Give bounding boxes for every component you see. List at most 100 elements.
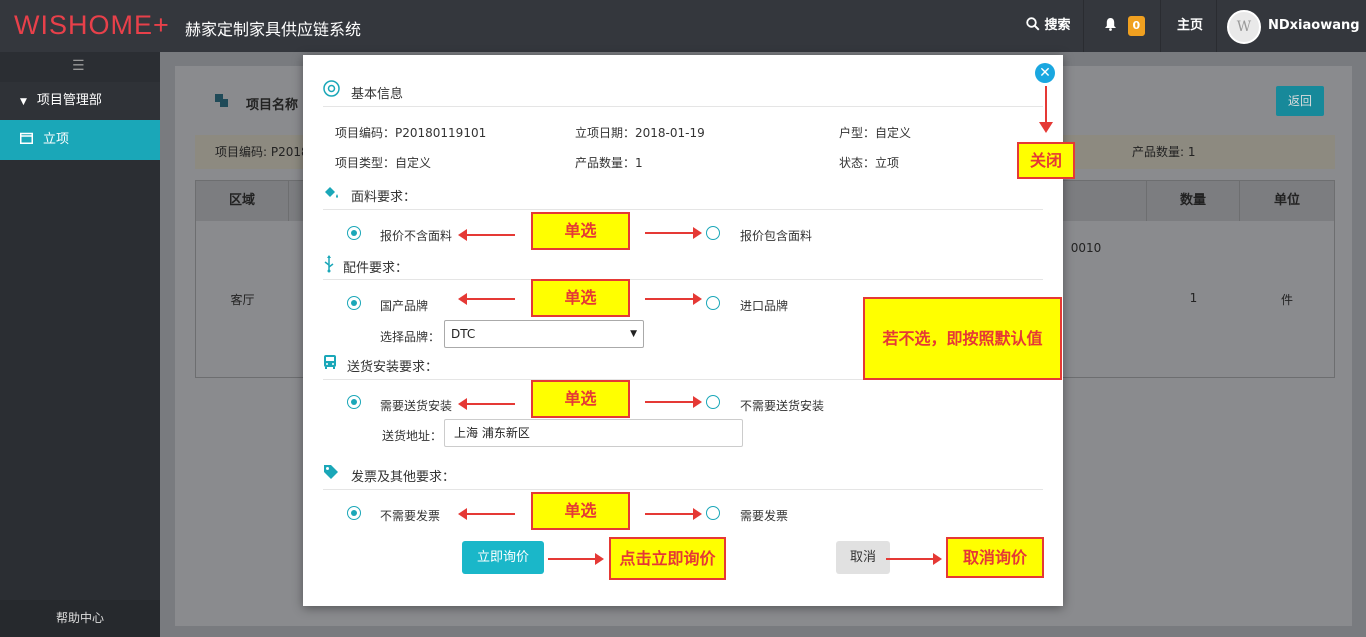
address-input[interactable]: 上海 浦东新区 <box>444 419 743 447</box>
annotation-arrow-right <box>548 553 604 565</box>
annotation-single-choice: 单选 <box>531 212 630 250</box>
project-icon <box>215 94 228 107</box>
sidebar-group-label: 项目管理部 <box>36 93 102 108</box>
radio-fabric-included[interactable] <box>706 226 720 240</box>
radio-label-parts-imported: 进口品牌 <box>740 299 789 313</box>
aperture-icon <box>323 80 340 97</box>
address-label: 送货地址： <box>382 429 443 443</box>
annotation-single-choice: 单选 <box>531 380 630 418</box>
annotation-arrow-right <box>645 508 702 520</box>
bell-icon <box>1105 18 1116 31</box>
notification-badge: 0 <box>1127 15 1146 36</box>
product-count-text: 产品数量: 1 <box>1132 145 1196 159</box>
radio-parts-domestic[interactable] <box>347 296 361 310</box>
top-bar: WISHOME+ 赫家定制家具供应链系统 搜索 0 主页 W NDxiaowan… <box>0 0 1366 52</box>
caret-down-icon: ▼ <box>20 97 27 107</box>
radio-label-delivery-not-needed: 不需要送货安装 <box>740 399 825 413</box>
section-title-parts: 配件要求： <box>343 261 409 276</box>
radio-delivery-not-needed[interactable] <box>706 395 720 409</box>
radio-label-parts-domestic: 国产品牌 <box>380 299 429 313</box>
username[interactable]: NDxiaowang <box>1268 0 1360 52</box>
paint-bucket-icon <box>325 187 338 198</box>
help-center-link[interactable]: 帮助中心 <box>0 600 160 637</box>
radio-label-fabric-included: 报价包含面料 <box>740 229 813 243</box>
annotation-arrow-right <box>645 227 702 239</box>
usb-icon <box>324 255 334 273</box>
radio-invoice-needed[interactable] <box>706 506 720 520</box>
radio-fabric-excluded[interactable] <box>347 226 361 240</box>
annotation-click-inquire: 点击立即询价 <box>609 537 726 580</box>
annotation-single-choice: 单选 <box>531 492 630 530</box>
home-link[interactable]: 主页 <box>1177 0 1203 52</box>
caret-down-icon: ▼ <box>630 329 637 339</box>
annotation-single-choice: 单选 <box>531 279 630 317</box>
divider <box>323 209 1043 210</box>
annotation-cancel-inquire: 取消询价 <box>946 537 1044 578</box>
inquire-now-button[interactable]: 立即询价 <box>462 541 544 574</box>
radio-parts-imported[interactable] <box>706 296 720 310</box>
info-project-type: 项目类型：自定义 <box>335 156 432 170</box>
search-button[interactable]: 搜索 <box>1026 0 1071 52</box>
divider <box>1216 0 1217 52</box>
bus-icon <box>324 355 336 369</box>
column-header-area: 区域 <box>196 181 289 221</box>
section-title-invoice: 发票及其他要求： <box>351 470 456 485</box>
back-button[interactable]: 返回 <box>1276 86 1324 116</box>
radio-delivery-needed[interactable] <box>347 395 361 409</box>
column-header-unit: 单位 <box>1240 181 1334 221</box>
brand-select-value: DTC <box>451 327 476 341</box>
annotation-arrow-left <box>458 398 515 410</box>
cancel-button[interactable]: 取消 <box>836 541 890 574</box>
divider <box>1083 0 1084 52</box>
avatar[interactable]: W <box>1227 10 1261 44</box>
sidebar-item-lixiang[interactable]: 立项 <box>0 120 160 160</box>
brand-select[interactable]: DTC ▼ <box>444 320 644 348</box>
annotation-close: 关闭 <box>1017 142 1075 179</box>
radio-label-delivery-needed: 需要送货安装 <box>380 399 453 413</box>
annotation-arrow-right <box>886 553 942 565</box>
brand-label: 选择品牌： <box>380 330 441 344</box>
annotation-default-note: 若不选，即按照默认值 <box>863 297 1062 380</box>
sidebar-group-project-management[interactable]: ▼ 项目管理部 <box>0 82 160 120</box>
divider <box>1160 0 1161 52</box>
cell-area: 客厅 <box>230 293 255 307</box>
divider <box>323 489 1043 490</box>
cell-code-fragment: 0010 <box>1070 241 1102 255</box>
annotation-arrow-left <box>458 293 515 305</box>
info-project-code: 项目编码：P20180119101 <box>335 126 487 140</box>
sidebar-item-label: 立项 <box>43 132 70 147</box>
divider <box>323 106 1043 107</box>
radio-label-fabric-excluded: 报价不含面料 <box>380 229 453 243</box>
sidebar: ☰ ▼ 项目管理部 立项 帮助中心 <box>0 52 160 637</box>
annotation-arrowhead <box>1039 122 1053 133</box>
section-title-delivery: 送货安装要求： <box>347 360 439 375</box>
annotation-arrow-right <box>645 396 702 408</box>
column-header-qty: 数量 <box>1147 181 1240 221</box>
cell-unit: 件 <box>1280 293 1293 307</box>
cell-qty: 1 <box>1189 291 1198 305</box>
annotation-arrow-left <box>458 508 515 520</box>
search-label: 搜索 <box>1044 18 1071 33</box>
info-status: 状态：立项 <box>839 156 900 170</box>
info-house-type: 户型：自定义 <box>839 126 912 140</box>
annotation-arrow-left <box>458 229 515 241</box>
radio-label-invoice-not-needed: 不需要发票 <box>380 509 441 523</box>
project-code-text: 项目编码: P2018 <box>215 145 309 159</box>
calendar-icon <box>20 132 33 144</box>
notifications-button[interactable]: 0 <box>1104 0 1146 52</box>
menu-toggle-icon[interactable]: ☰ <box>72 58 85 74</box>
annotation-arrow-right <box>645 293 702 305</box>
tag-icon <box>324 465 338 479</box>
system-title: 赫家定制家具供应链系统 <box>185 20 362 39</box>
search-icon <box>1026 17 1040 31</box>
section-title-fabric: 面料要求： <box>351 190 417 205</box>
info-project-date: 立项日期：2018-01-19 <box>575 126 705 140</box>
annotation-arrow <box>1045 86 1047 126</box>
divider <box>323 279 1043 280</box>
project-title: 项目名称 <box>246 98 299 113</box>
close-button[interactable]: ✕ <box>1035 63 1055 83</box>
logo[interactable]: WISHOME+ <box>14 10 170 41</box>
section-title-basic-info: 基本信息 <box>351 87 404 102</box>
radio-invoice-not-needed[interactable] <box>347 506 361 520</box>
radio-label-invoice-needed: 需要发票 <box>740 509 789 523</box>
